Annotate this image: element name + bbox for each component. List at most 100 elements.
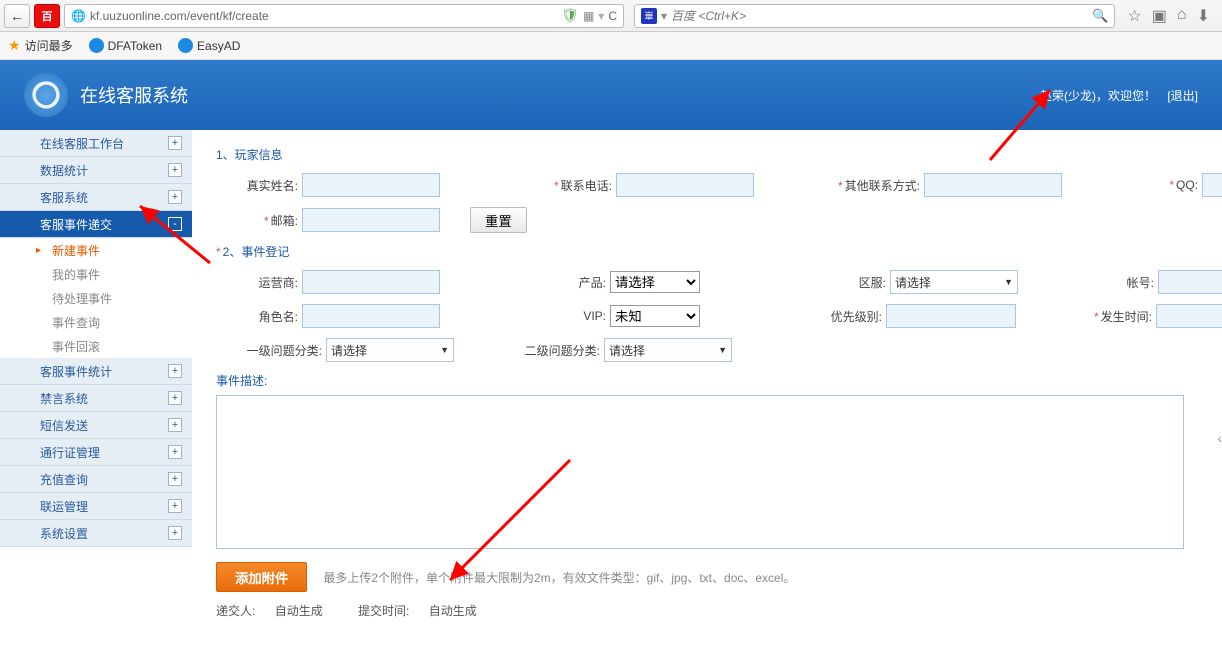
label-product: 产品: [550,274,610,291]
add-attachment-button[interactable]: 添加附件 [216,562,307,592]
input-operator[interactable] [302,270,440,294]
section-event-register: *2、事件登记 [216,243,1222,260]
sidebar-item-stats[interactable]: 数据统计+ [0,157,192,184]
input-phone[interactable] [616,173,754,197]
chevron-down-icon: ▼ [718,345,727,355]
textarea-desc[interactable] [216,395,1184,549]
home-icon[interactable]: ⌂ [1177,6,1187,26]
label-phone: *联系电话: [530,177,616,194]
globe-icon: 🌐 [71,9,86,23]
content-area: 1、玩家信息 真实姓名: *联系电话: *其他联系方式: *QQ: *邮箱: 重… [192,130,1222,631]
browser-toolbar: ← 百 🌐 🛡 ▦ ▾ C 崋 ▾ 🔍 ☆ ▣ ⌂ ⬇ [0,0,1222,32]
site-icon [89,38,104,53]
expand-icon[interactable]: + [168,391,182,405]
qr-icon[interactable]: ▦ [583,9,594,23]
expand-icon[interactable]: + [168,472,182,486]
sidebar-item-union[interactable]: 联运管理+ [0,493,192,520]
search-icon[interactable]: 🔍 [1092,8,1108,24]
expand-icon[interactable]: + [168,445,182,459]
label-zone: 区服: [830,274,890,291]
label-priority: 优先级别: [800,308,886,325]
sidebar-item-mute[interactable]: 禁言系统+ [0,385,192,412]
sidebar-item-service[interactable]: 客服系统+ [0,184,192,211]
logout-link[interactable]: [退出] [1167,89,1198,103]
sidebar-item-passport[interactable]: 通行证管理+ [0,439,192,466]
sidebar-sub-pending[interactable]: 待处理事件 [0,286,192,310]
back-button[interactable]: ← [4,4,30,28]
input-qq[interactable] [1202,173,1222,197]
welcome-text: 赵荣(少龙)，欢迎您！ [1040,89,1156,103]
pocket-icon[interactable]: ▣ [1152,6,1167,26]
label-desc: 事件描述: [216,372,1222,389]
expand-icon[interactable]: + [168,136,182,150]
collapse-icon[interactable]: - [168,217,182,231]
label-operator: 运营商: [216,274,302,291]
search-bar[interactable]: 崋 ▾ 🔍 [634,4,1115,28]
header-user: 赵荣(少龙)，欢迎您！ [退出] [1040,87,1198,104]
download-icon[interactable]: ⬇ [1197,6,1210,26]
address-bar[interactable]: 🌐 🛡 ▦ ▾ C [64,4,624,28]
sidebar-sub-query[interactable]: 事件查询 [0,310,192,334]
sidebar-sub-new[interactable]: 新建事件 [0,238,192,262]
footer-info: 递交人: 自动生成 提交时间: 自动生成 [216,602,1222,619]
url-input[interactable] [90,9,557,23]
bookmark-bar: ★访问最多 DFAToken EasyAD [0,32,1222,60]
shield-icon: 🛡 [561,7,579,24]
label-email: *邮箱: [216,212,302,229]
star-icon: ★ [8,37,21,54]
expand-icon[interactable]: + [168,418,182,432]
sidebar-item-settings[interactable]: 系统设置+ [0,520,192,547]
attachment-hint: 最多上传2个附件，单个附件最大限制为2m，有效文件类型：gif、jpg、txt、… [323,569,795,586]
label-cat2: 二级问题分类: [494,342,604,359]
sidebar-item-eventstats[interactable]: 客服事件统计+ [0,358,192,385]
search-input[interactable] [671,9,1088,23]
input-other[interactable] [924,173,1062,197]
sidebar-item-submit[interactable]: 客服事件递交- [0,211,192,238]
sidebar-item-sms[interactable]: 短信发送+ [0,412,192,439]
select-vip[interactable]: 未知 [610,305,700,327]
select-product[interactable]: 请选择 [610,271,700,293]
sidebar-sub-rollback[interactable]: 事件回滚 [0,334,192,358]
sidebar-item-workbench[interactable]: 在线客服工作台+ [0,130,192,157]
reset-button[interactable]: 重置 [470,207,527,233]
sidebar-sub-mine[interactable]: 我的事件 [0,262,192,286]
label-realname: 真实姓名: [216,177,302,194]
scroll-indicator: ‹ [1217,430,1222,446]
app-title: 在线客服系统 [80,82,188,108]
star-icon[interactable]: ☆ [1127,6,1141,26]
label-happen: *发生时间: [1070,308,1156,325]
section-player-info: 1、玩家信息 [216,146,1222,163]
app-logo [24,73,68,117]
combo-cat1[interactable]: 请选择▼ [326,338,454,362]
input-happen[interactable] [1156,304,1222,328]
bookmark-dfatoken[interactable]: DFAToken [89,38,162,53]
refresh-icon[interactable]: C [608,9,617,23]
input-email[interactable] [302,208,440,232]
input-priority[interactable] [886,304,1016,328]
expand-icon[interactable]: + [168,526,182,540]
combo-zone[interactable]: 请选择▼ [890,270,1018,294]
bookmark-easyad[interactable]: EasyAD [178,38,240,53]
expand-icon[interactable]: + [168,163,182,177]
expand-icon[interactable]: + [168,364,182,378]
input-role[interactable] [302,304,440,328]
label-cat1: 一级问题分类: [216,342,326,359]
sidebar: 在线客服工作台+ 数据统计+ 客服系统+ 客服事件递交- 新建事件 我的事件 待… [0,130,192,631]
app-header: 在线客服系统 赵荣(少龙)，欢迎您！ [退出] [0,60,1222,130]
expand-icon[interactable]: + [168,499,182,513]
label-role: 角色名: [216,308,302,325]
input-account[interactable] [1158,270,1222,294]
chevron-down-icon: ▼ [440,345,449,355]
expand-icon[interactable]: + [168,190,182,204]
label-other: *其他联系方式: [814,177,924,194]
bookmark-most[interactable]: ★访问最多 [8,37,73,54]
label-vip: VIP: [550,309,610,323]
site-icon [178,38,193,53]
label-qq: *QQ: [1142,178,1202,192]
sidebar-item-recharge[interactable]: 充值查询+ [0,466,192,493]
input-realname[interactable] [302,173,440,197]
search-engine-icon: 崋 [641,8,657,24]
chevron-down-icon: ▼ [1004,277,1013,287]
baidu-button[interactable]: 百 [34,4,60,28]
combo-cat2[interactable]: 请选择▼ [604,338,732,362]
